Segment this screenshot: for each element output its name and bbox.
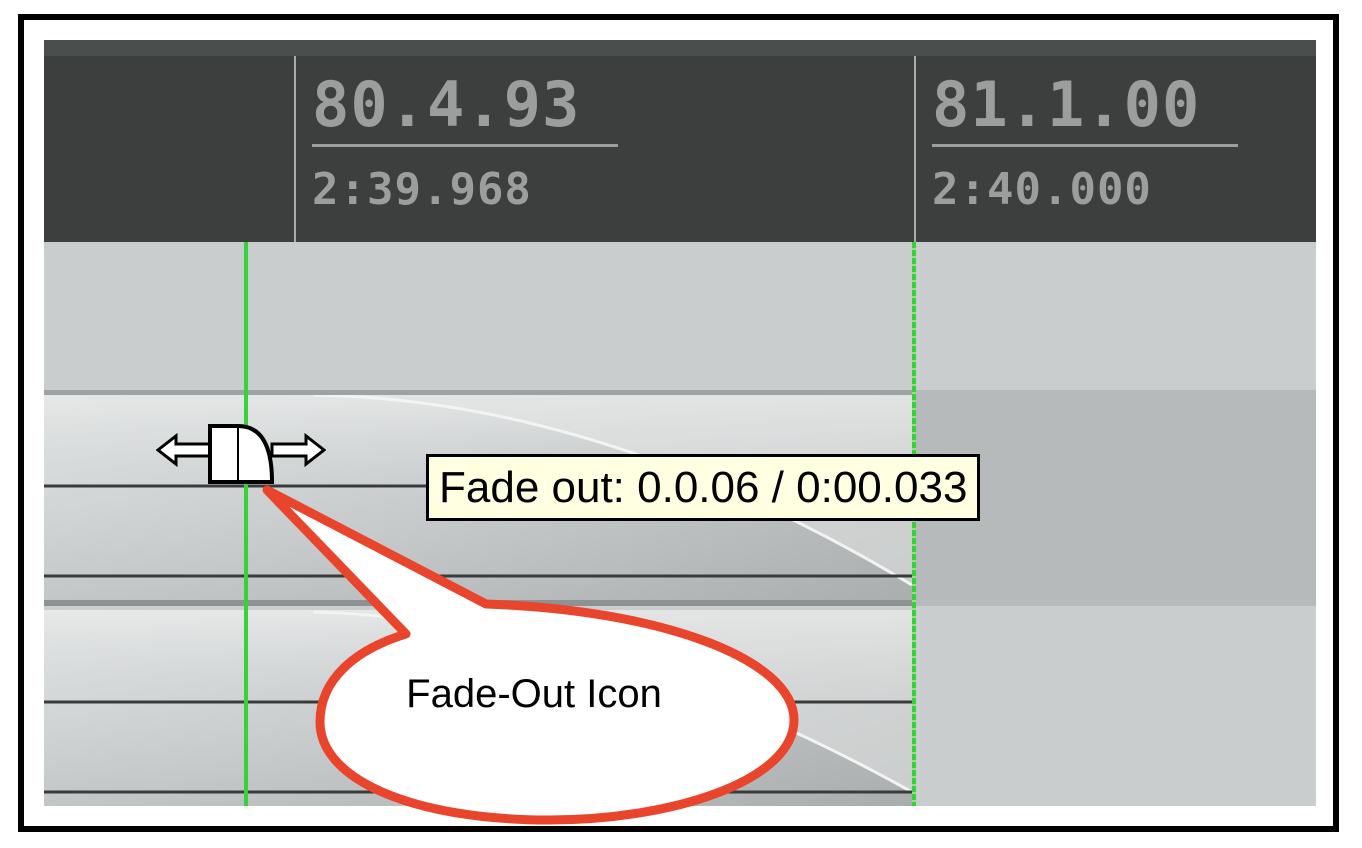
screenshot-frame: 80.4.93 2:39.968 81.1.00 2:40.000 Fade o…	[18, 14, 1339, 832]
callout-label: Fade-Out Icon	[406, 672, 662, 716]
